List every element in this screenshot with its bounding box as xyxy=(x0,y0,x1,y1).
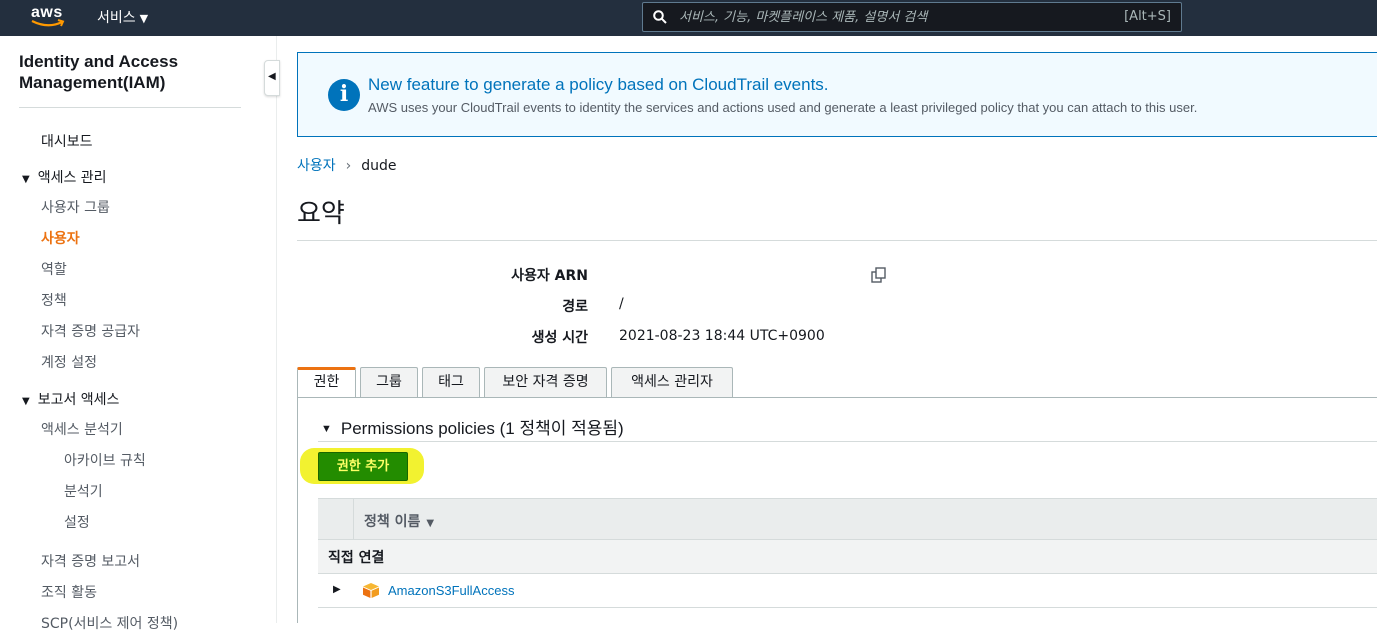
sidebar-item-scp[interactable]: SCP(서비스 제어 정책) xyxy=(41,613,178,633)
sidebar-section-label: 보고서 액세스 xyxy=(37,392,120,408)
add-permissions-button[interactable]: 권한 추가 xyxy=(318,452,408,481)
sidebar-item-access-analyzer[interactable]: 액세스 분석기 xyxy=(41,419,123,439)
select-column-header xyxy=(318,499,354,539)
info-banner: i New feature to generate a policy based… xyxy=(297,52,1377,137)
sidebar-item-dashboard[interactable]: 대시보드 xyxy=(41,131,93,151)
services-menu[interactable]: 서비스 ▼ xyxy=(97,7,148,27)
caret-down-icon: ▼ xyxy=(22,396,30,407)
banner-title[interactable]: New feature to generate a policy based o… xyxy=(368,75,829,95)
user-arn-label: 사용자 ARN xyxy=(511,268,588,284)
copy-icon[interactable] xyxy=(871,267,887,284)
sidebar-item-roles[interactable]: 역할 xyxy=(41,259,67,279)
sidebar-item-policies[interactable]: 정책 xyxy=(41,290,67,310)
sidebar-item-analyzer-settings[interactable]: 설정 xyxy=(64,512,90,532)
breadcrumb-separator: › xyxy=(345,158,352,174)
search-icon xyxy=(653,10,667,24)
sidebar-divider xyxy=(19,107,241,108)
table-header: 정책 이름 ▼ xyxy=(318,498,1377,540)
page-title: 요약 xyxy=(297,199,345,229)
tab-groups[interactable]: 그룹 xyxy=(360,367,418,397)
group-row-direct: 직접 연결 xyxy=(318,540,1377,574)
caret-down-icon: ▼ xyxy=(22,174,30,185)
path-value: / xyxy=(619,296,624,312)
info-icon: i xyxy=(328,79,360,111)
sidebar: Identity and Access Management(IAM) 대시보드… xyxy=(0,36,277,632)
top-nav: aws 서비스▼ [Alt+S] xyxy=(0,0,1377,36)
services-label: 서비스 xyxy=(97,10,136,26)
path-label: 경로 xyxy=(562,299,588,315)
tab-permissions[interactable]: 권한 xyxy=(297,367,356,398)
sidebar-item-analyzers[interactable]: 분석기 xyxy=(64,481,103,501)
sidebar-item-credential-report[interactable]: 자격 증명 보고서 xyxy=(41,551,140,571)
creation-time-label: 생성 시간 xyxy=(531,330,588,346)
caret-down-icon: ▼ xyxy=(139,12,149,25)
sidebar-item-users[interactable]: 사용자 xyxy=(41,228,80,248)
sidebar-item-archive-rules[interactable]: 아카이브 규칙 xyxy=(64,450,146,470)
group-label: 직접 연결 xyxy=(328,550,385,566)
caret-left-icon: ◀ xyxy=(268,71,276,82)
section-divider xyxy=(318,441,1377,442)
sort-down-icon: ▼ xyxy=(426,518,435,529)
search-shortcut: [Alt+S] xyxy=(1124,9,1171,24)
sidebar-item-identity-providers[interactable]: 자격 증명 공급자 xyxy=(41,321,140,341)
permissions-policies-header[interactable]: ▼ Permissions policies (1 정책이 적용됨) xyxy=(321,414,624,439)
title-divider xyxy=(297,240,1377,241)
tab-access-advisor[interactable]: 액세스 관리자 xyxy=(611,367,733,397)
sidebar-item-user-groups[interactable]: 사용자 그룹 xyxy=(41,197,110,217)
caret-down-icon: ▼ xyxy=(321,423,332,435)
search-box[interactable]: [Alt+S] xyxy=(642,2,1182,32)
policy-name-column-header[interactable]: 정책 이름 ▼ xyxy=(364,511,434,531)
sidebar-collapse-button[interactable]: ◀ xyxy=(264,60,280,96)
sidebar-section-access-management[interactable]: ▼ 액세스 관리 xyxy=(22,167,107,187)
sidebar-title[interactable]: Identity and Access Management(IAM) xyxy=(19,51,239,93)
tab-security-credentials[interactable]: 보안 자격 증명 xyxy=(484,367,607,397)
aws-smile-icon xyxy=(31,19,65,27)
sidebar-section-access-reports[interactable]: ▼ 보고서 액세스 xyxy=(22,389,119,409)
table-row[interactable]: ▶ AmazonS3FullAccess xyxy=(318,574,1377,608)
sidebar-item-account-settings[interactable]: 계정 설정 xyxy=(41,352,97,372)
aws-logo[interactable]: aws xyxy=(31,4,67,30)
search-input[interactable] xyxy=(677,5,1121,29)
tab-tags[interactable]: 태그 xyxy=(422,367,480,397)
sidebar-section-label: 액세스 관리 xyxy=(37,170,107,186)
creation-time-value: 2021-08-23 18:44 UTC+0900 xyxy=(619,328,825,344)
expand-row-icon[interactable]: ▶ xyxy=(333,584,341,595)
managed-policy-icon xyxy=(363,583,379,598)
column-label: 정책 이름 xyxy=(364,514,421,530)
banner-body: AWS uses your CloudTrail events to ident… xyxy=(368,100,1198,115)
breadcrumb-users-link[interactable]: 사용자 xyxy=(297,158,336,174)
breadcrumb-current: dude xyxy=(361,158,397,174)
breadcrumb: 사용자 › dude xyxy=(297,155,397,175)
permissions-policies-title: Permissions policies (1 정책이 적용됨) xyxy=(340,419,624,438)
policy-name-link[interactable]: AmazonS3FullAccess xyxy=(388,583,514,598)
sidebar-item-organization-activity[interactable]: 조직 활동 xyxy=(41,582,97,602)
